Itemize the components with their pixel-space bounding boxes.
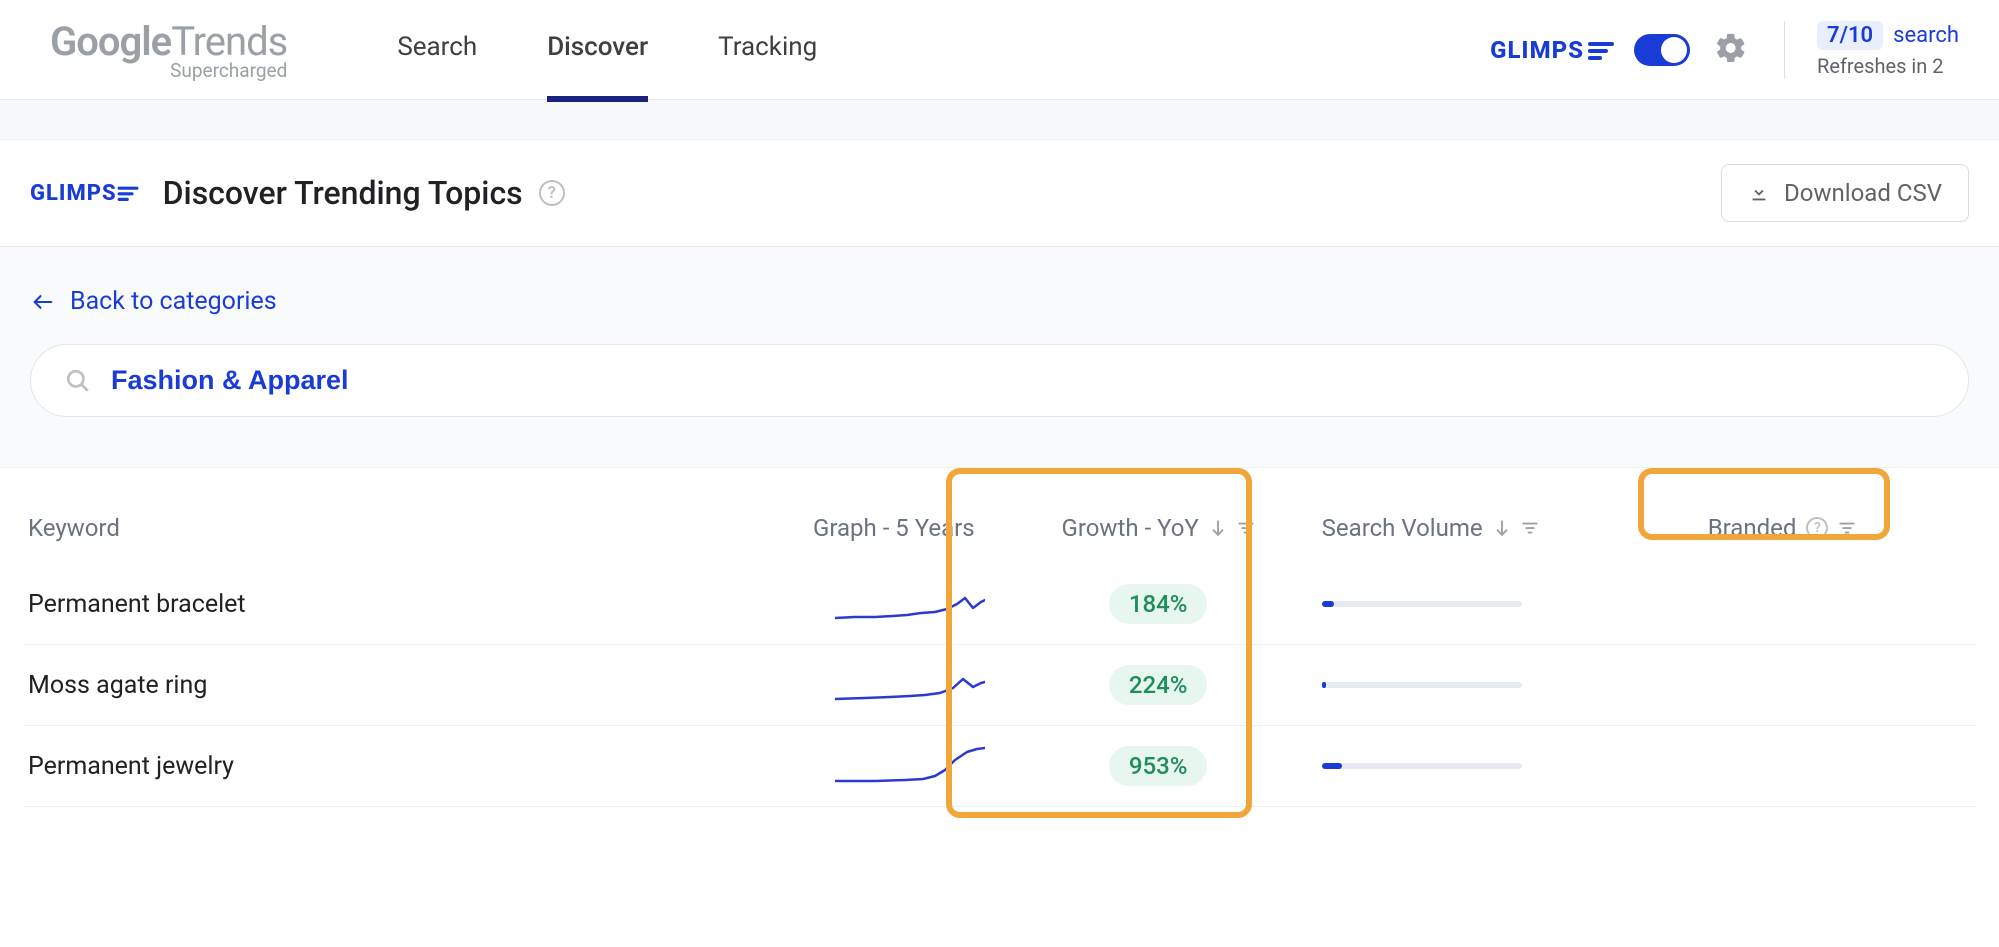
download-icon [1748, 182, 1770, 204]
usage-count-badge: 7/10 [1817, 21, 1883, 50]
filter-icon[interactable] [1521, 519, 1539, 537]
download-csv-label: Download CSV [1784, 179, 1942, 207]
volume-bar [1322, 682, 1522, 688]
tab-search[interactable]: Search [397, 0, 477, 102]
growth-pill: 184% [1109, 584, 1208, 624]
growth-pill: 953% [1109, 746, 1208, 786]
sparkline-icon [835, 665, 985, 705]
filter-icon[interactable] [1237, 519, 1255, 537]
cell-growth: 184% [1005, 564, 1318, 645]
arrow-down-icon [1493, 519, 1511, 537]
col-branded-label: Branded [1708, 514, 1797, 542]
cell-graph [587, 564, 1004, 645]
help-icon[interactable]: ? [1806, 517, 1828, 539]
usage-label[interactable]: search [1893, 23, 1959, 48]
logo-word-trends: Trends [171, 18, 287, 65]
col-growth-label: Growth - YoY [1062, 514, 1199, 542]
usage-refresh-text: Refreshes in 2 [1817, 54, 1959, 78]
growth-pill: 224% [1109, 665, 1208, 705]
col-graph[interactable]: Graph - 5 Years [587, 498, 1004, 564]
glimpse-brand-text: GLIMPS [1490, 36, 1584, 64]
cell-graph [587, 726, 1004, 807]
tab-tracking[interactable]: Tracking [718, 0, 817, 102]
cell-growth: 953% [1005, 726, 1318, 807]
col-keyword-label: Keyword [28, 514, 120, 542]
help-icon[interactable]: ? [539, 180, 565, 206]
cell-branded [1704, 726, 1975, 807]
cell-growth: 224% [1005, 645, 1318, 726]
col-keyword[interactable]: Keyword [24, 498, 587, 564]
cell-volume [1318, 726, 1704, 807]
col-volume-label: Search Volume [1322, 514, 1483, 542]
top-nav-right: GLIMPS 7/10 search Refreshes in 2 [1490, 21, 1959, 79]
gray-strip [0, 100, 1999, 140]
cell-keyword: Permanent jewelry [24, 726, 587, 807]
usage-block: 7/10 search Refreshes in 2 [1817, 21, 1959, 78]
table-row[interactable]: Permanent bracelet 184% [24, 564, 1975, 645]
glimpse-brand-small: GLIMPS [30, 181, 139, 206]
page-header: GLIMPS Discover Trending Topics ? Downlo… [0, 140, 1999, 247]
col-graph-label: Graph - 5 Years [813, 514, 975, 542]
top-nav: GoogleTrends Supercharged Search Discove… [0, 0, 1999, 100]
filter-icon[interactable] [1838, 519, 1856, 537]
glimpse-brand-small-text: GLIMPS [30, 181, 117, 206]
download-csv-button[interactable]: Download CSV [1721, 164, 1969, 222]
logo-line1: GoogleTrends [50, 18, 287, 65]
search-icon [65, 368, 91, 394]
logo-subtitle: Supercharged [50, 59, 287, 82]
glimpse-toggle[interactable] [1634, 34, 1690, 66]
vertical-divider [1784, 21, 1785, 79]
cell-keyword: Permanent bracelet [24, 564, 587, 645]
arrow-left-icon [30, 292, 56, 312]
col-branded[interactable]: Branded ? [1704, 498, 1975, 564]
volume-bar [1322, 601, 1522, 607]
cell-graph [587, 645, 1004, 726]
results-table-wrap: Keyword Graph - 5 Years Growth - YoY Sea… [0, 468, 1999, 807]
nav-tabs: Search Discover Tracking [397, 0, 817, 102]
cell-volume [1318, 564, 1704, 645]
cell-volume [1318, 645, 1704, 726]
table-row[interactable]: Moss agate ring 224% [24, 645, 1975, 726]
glimpse-brand-small-icon [117, 185, 139, 201]
sub-area: Back to categories [0, 247, 1999, 468]
results-table: Keyword Graph - 5 Years Growth - YoY Sea… [24, 498, 1975, 807]
glimpse-brand: GLIMPS [1490, 36, 1614, 64]
col-growth[interactable]: Growth - YoY [1005, 498, 1318, 564]
col-volume[interactable]: Search Volume [1318, 498, 1704, 564]
cell-keyword: Moss agate ring [24, 645, 587, 726]
arrow-down-icon [1209, 519, 1227, 537]
table-row[interactable]: Permanent jewelry 953% [24, 726, 1975, 807]
gear-icon[interactable] [1710, 27, 1752, 73]
volume-bar [1322, 763, 1522, 769]
back-label: Back to categories [70, 287, 277, 316]
logo[interactable]: GoogleTrends Supercharged [50, 18, 287, 82]
back-to-categories-link[interactable]: Back to categories [30, 287, 277, 316]
cell-branded [1704, 564, 1975, 645]
cell-branded [1704, 645, 1975, 726]
sparkline-icon [835, 584, 985, 624]
category-search[interactable] [30, 344, 1969, 417]
logo-word-google: Google [50, 18, 171, 65]
category-search-input[interactable] [111, 365, 1934, 396]
sparkline-icon [835, 746, 985, 786]
page-title: Discover Trending Topics [163, 174, 523, 212]
glimpse-brand-icon [1588, 40, 1614, 60]
tab-discover[interactable]: Discover [547, 0, 648, 102]
